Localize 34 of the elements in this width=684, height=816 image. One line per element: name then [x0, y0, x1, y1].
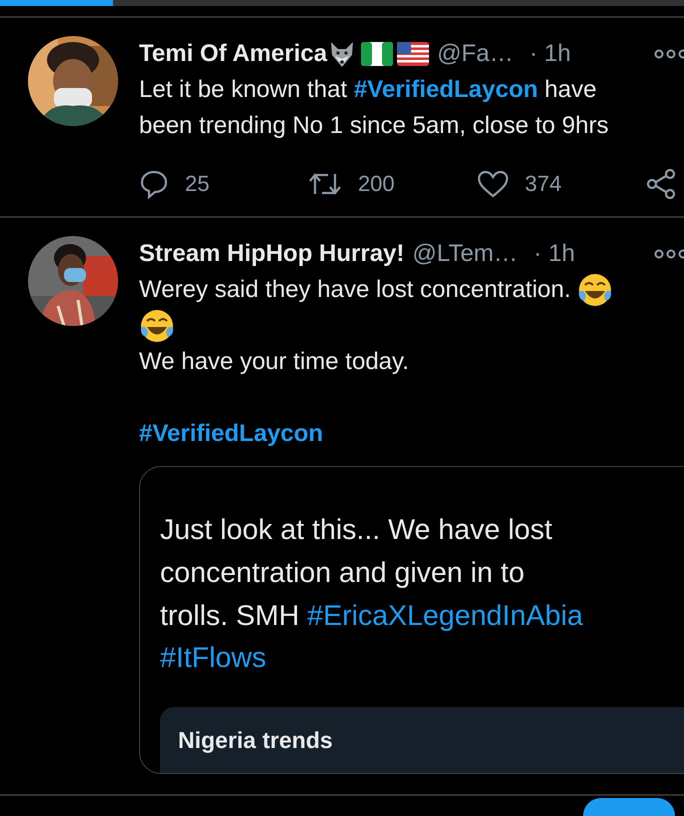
retweet-button[interactable]: 200	[308, 170, 477, 198]
laughing-emoji-icon	[139, 308, 175, 344]
flag-icon	[397, 42, 430, 66]
tweet-text: trolls. SMH	[160, 598, 300, 634]
tweet-time: · 1h	[534, 240, 576, 268]
hashtag-link[interactable]: #VerifiedLaycon	[354, 72, 538, 108]
tweet-text: have	[544, 75, 597, 105]
flag-icon	[361, 42, 394, 66]
more-options-icon[interactable]	[654, 249, 684, 259]
tweet-text: Werey said they have lost concentration.	[139, 275, 572, 305]
link-preview-card[interactable]: Nigeria trends	[160, 707, 684, 773]
speech-bubble-icon	[139, 169, 169, 199]
card-title: Nigeria trends	[178, 726, 333, 754]
tweet-text: We have your time today.	[139, 347, 409, 377]
share-icon	[646, 169, 676, 199]
tweet-text: Just look at this... We have lost	[160, 513, 552, 548]
user-handle: @LTem…	[412, 240, 518, 268]
tweet-time: · 1h	[529, 40, 571, 68]
laughing-emoji-icon	[577, 272, 614, 308]
tweet-text: concentration and given in to	[160, 556, 524, 591]
user-handle: @Fa…	[437, 40, 514, 68]
hashtag-link[interactable]: #EricaXLegendInAbia	[307, 594, 583, 638]
user-name[interactable]: Temi Of America	[139, 40, 328, 68]
more-options-icon[interactable]	[654, 49, 684, 59]
user-name[interactable]: Stream HipHop Hurray!	[139, 240, 404, 268]
quoted-tweet-card[interactable]: Just look at this... We have lost concentration and given in to trolls. SMH #EricaXLegendInAbia #ItFlows Nigeria trends	[139, 466, 684, 774]
tweet-text: been trending No 1 since 5am, close to 9hrs	[139, 111, 609, 141]
hashtag-link[interactable]: #ItFlows	[160, 637, 266, 680]
heart-icon	[476, 170, 509, 198]
tweet-text: Let it be known that	[139, 75, 348, 105]
compose-button[interactable]	[583, 798, 675, 816]
like-button[interactable]: 374	[476, 170, 646, 198]
reply-button[interactable]: 25	[139, 169, 308, 199]
hashtag-link[interactable]: #VerifiedLaycon	[139, 416, 324, 452]
